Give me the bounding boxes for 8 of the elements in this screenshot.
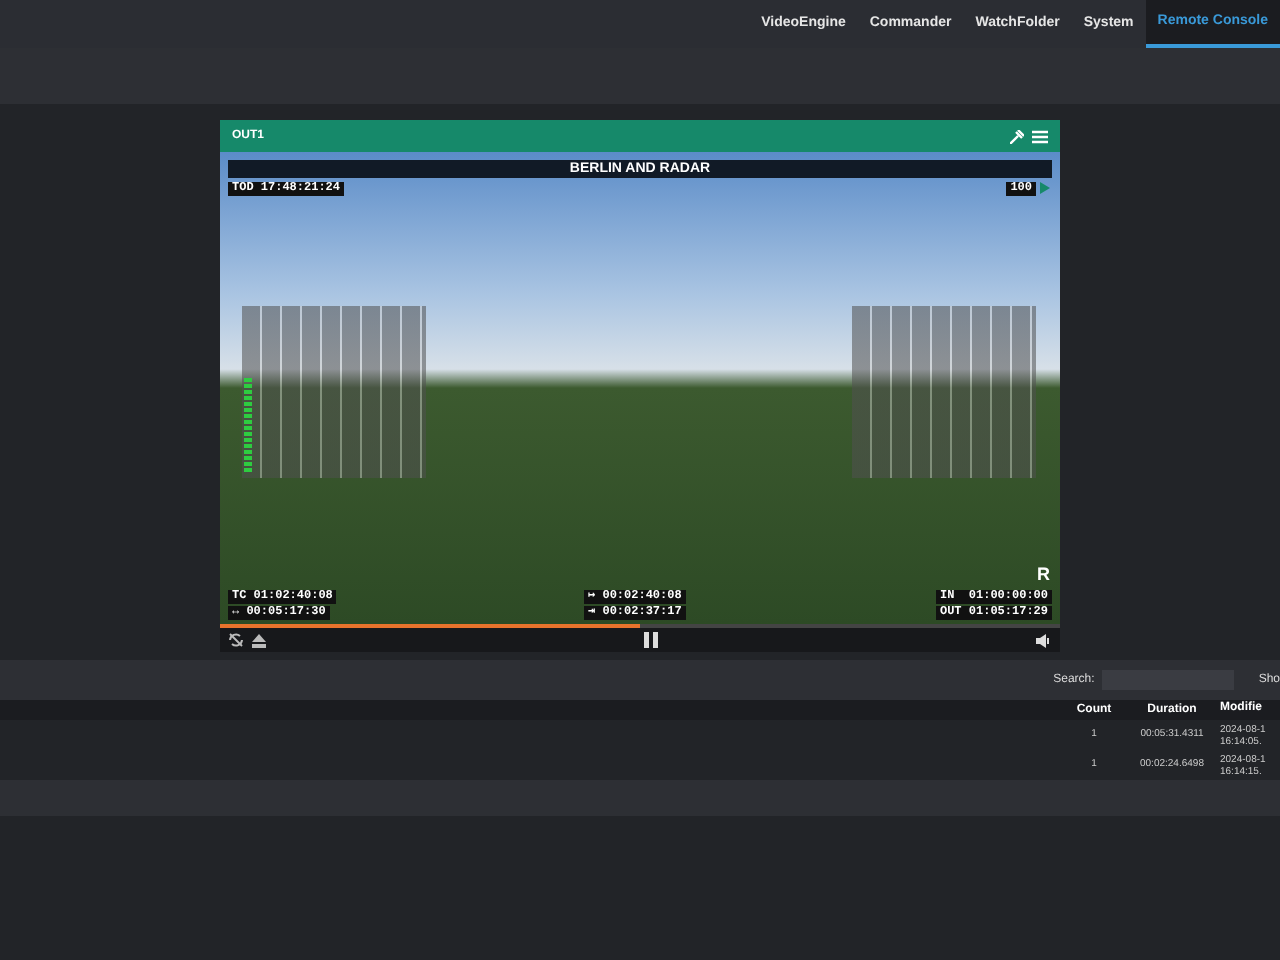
speaker-icon[interactable] — [1036, 633, 1052, 647]
corner-mark: R — [1037, 562, 1050, 588]
menu-icon[interactable] — [1032, 129, 1048, 143]
loop-icon[interactable] — [228, 632, 244, 648]
audio-level-meter — [244, 378, 252, 474]
pause-icon[interactable] — [644, 632, 658, 648]
eject-icon[interactable] — [252, 633, 266, 647]
play-indicator-icon — [1040, 182, 1050, 194]
